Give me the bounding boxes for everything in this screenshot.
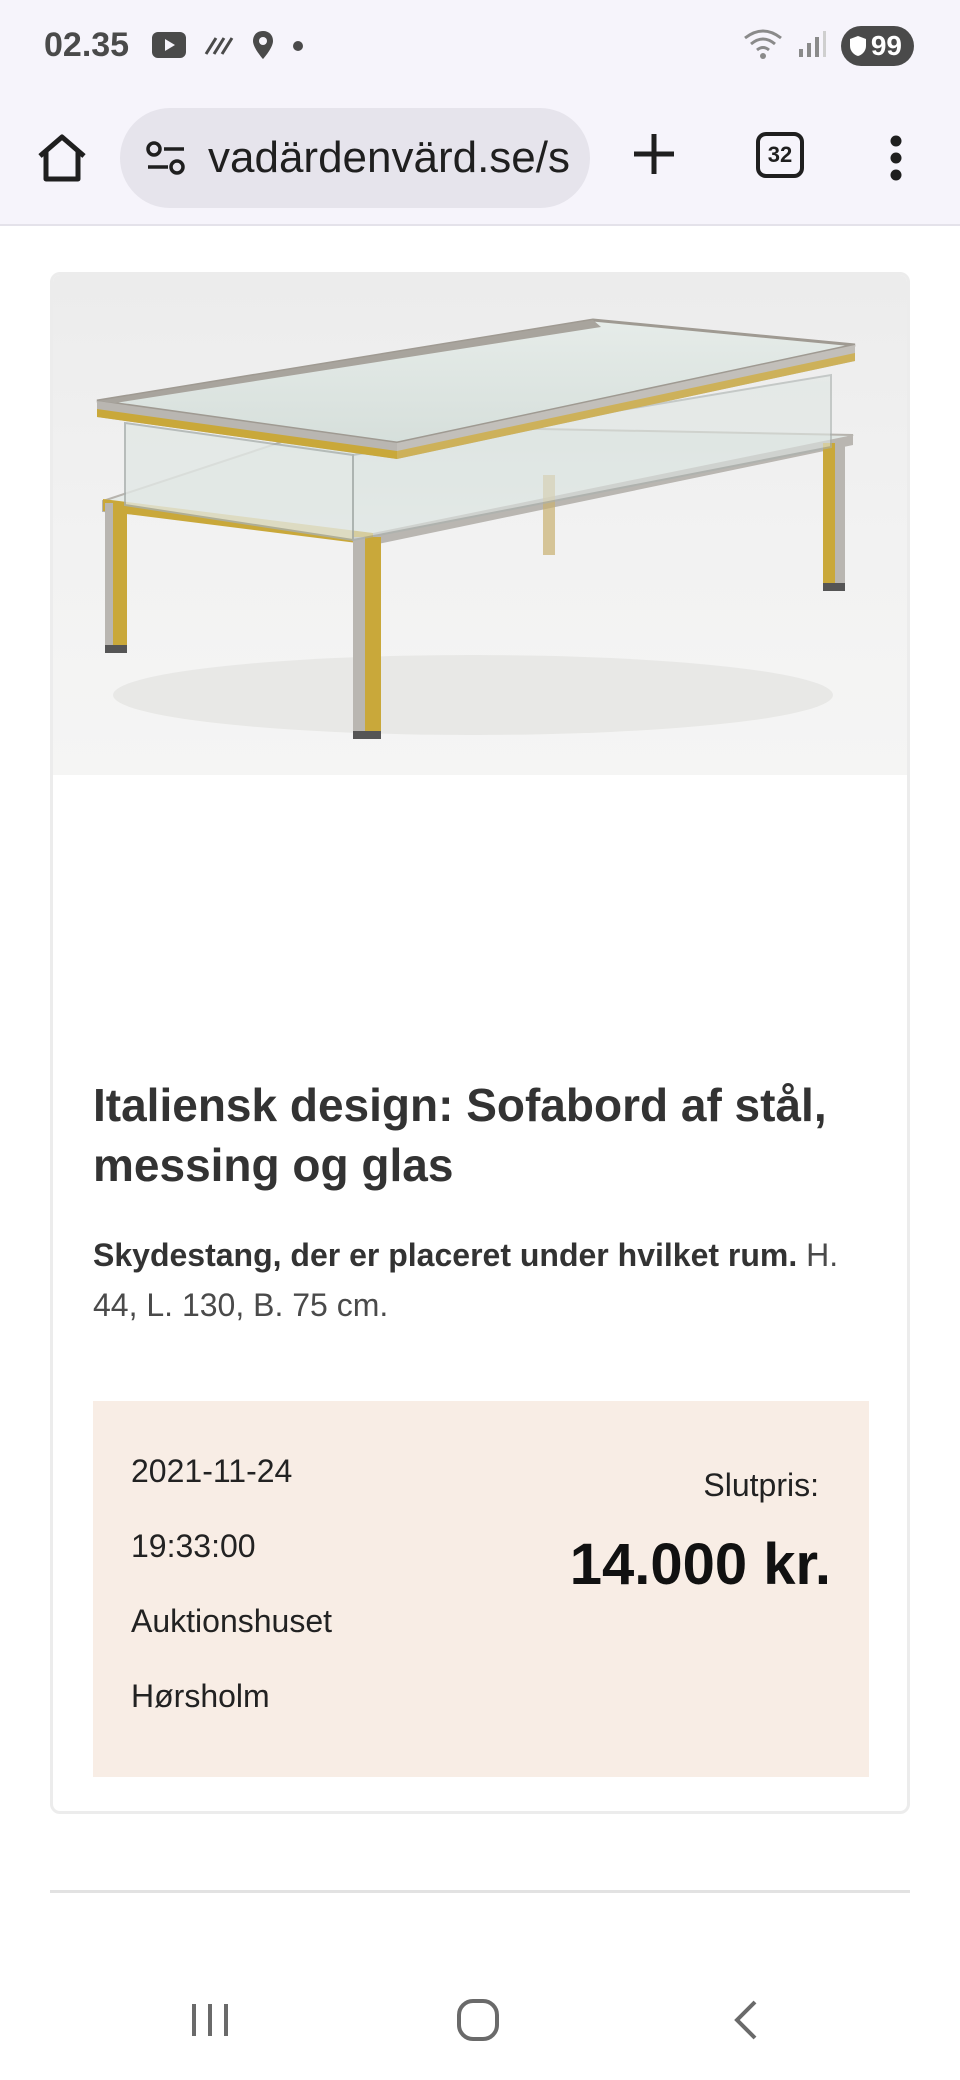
status-left-icons bbox=[152, 30, 304, 65]
site-settings-icon[interactable] bbox=[142, 134, 190, 182]
auction-time: 19:33:00 bbox=[131, 1528, 256, 1564]
cell-signal-icon bbox=[797, 29, 827, 64]
recents-button[interactable] bbox=[180, 1990, 240, 2050]
dot-icon bbox=[292, 39, 304, 57]
recents-icon bbox=[192, 2004, 228, 2036]
home-nav-button[interactable] bbox=[448, 1990, 508, 2050]
auction-info-box: 2021-11-24 19:33:00 Auktionshuset Hørsho… bbox=[93, 1401, 869, 1777]
url-text[interactable]: vadärdenvärd.se/s bbox=[208, 133, 570, 183]
auction-date: 2021-11-24 bbox=[131, 1453, 293, 1489]
system-nav-bar bbox=[0, 1960, 960, 2080]
wifi-icon bbox=[743, 28, 783, 65]
location-pin-icon bbox=[252, 30, 274, 65]
browser-toolbar: vadärdenvärd.se/s 32 bbox=[0, 96, 960, 226]
product-card[interactable]: Italiensk design: Sofabord af stål, mess… bbox=[50, 272, 910, 1814]
tab-count: 32 bbox=[767, 142, 793, 167]
back-button[interactable] bbox=[716, 1990, 776, 2050]
home-button[interactable] bbox=[30, 126, 94, 190]
product-image[interactable] bbox=[53, 275, 907, 775]
section-divider bbox=[50, 1890, 910, 1893]
product-title[interactable]: Italiensk design: Sofabord af stål, mess… bbox=[93, 1075, 883, 1195]
signal-stripes-icon bbox=[204, 34, 234, 61]
final-price-value: 14.000 kr. bbox=[569, 1532, 831, 1597]
plus-icon bbox=[634, 134, 674, 174]
more-menu-button[interactable] bbox=[876, 126, 916, 190]
status-time: 02.35 bbox=[44, 26, 130, 64]
tabs-button[interactable]: 32 bbox=[756, 132, 804, 178]
url-bar[interactable]: vadärdenvärd.se/s bbox=[120, 108, 590, 208]
back-chevron-icon bbox=[734, 2000, 757, 2040]
auction-house-line2: Hørsholm bbox=[131, 1678, 270, 1714]
status-bar: 02.35 99 bbox=[0, 0, 960, 96]
auction-house-line1: Auktionshuset bbox=[131, 1603, 333, 1639]
home-circle-icon bbox=[457, 1999, 499, 2041]
final-price-label: Slutpris: bbox=[703, 1467, 819, 1503]
product-description-bold: Skydestang, der er placeret under hvilke… bbox=[93, 1237, 798, 1273]
product-description: Skydestang, der er placeret under hvilke… bbox=[93, 1230, 883, 1330]
battery-level: 99 bbox=[870, 30, 902, 61]
coffee-table-illustration bbox=[96, 318, 856, 739]
shield-icon bbox=[849, 36, 866, 56]
more-vert-icon bbox=[890, 135, 902, 181]
youtube-icon bbox=[152, 32, 186, 63]
battery-indicator: 99 bbox=[840, 26, 914, 66]
new-tab-button[interactable] bbox=[622, 122, 686, 186]
home-icon bbox=[38, 134, 86, 182]
status-right-icons: 99 bbox=[743, 26, 914, 66]
